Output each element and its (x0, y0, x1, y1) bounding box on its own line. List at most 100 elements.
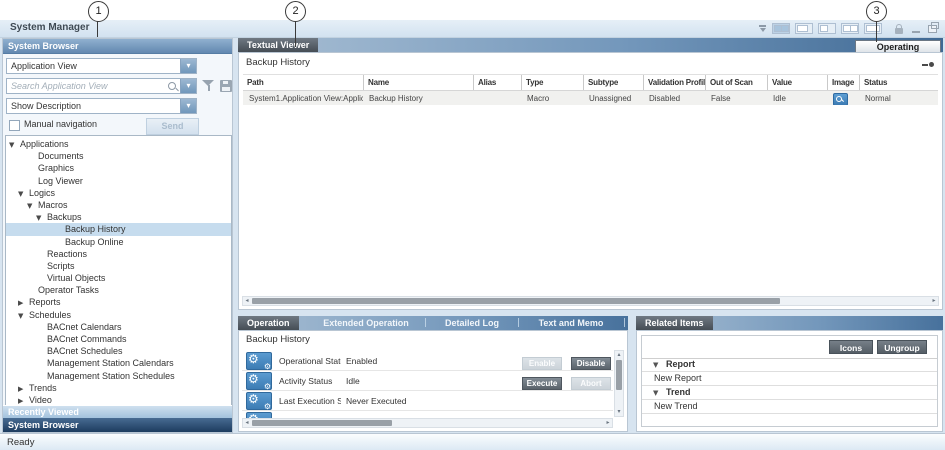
icons-button[interactable]: Icons (829, 340, 873, 354)
recently-viewed-bar[interactable]: Recently Viewed (3, 405, 232, 418)
operation-property-row: Activity Status Idle ExecuteAbort (242, 371, 613, 391)
tree-expander-icon[interactable]: ▼ (18, 310, 29, 322)
operation-horizontal-scrollbar[interactable]: ◂ ▸ (242, 418, 613, 428)
tree-item[interactable]: ▼Macros (6, 199, 231, 211)
pin-icon[interactable] (922, 62, 934, 67)
tree-item[interactable]: Management Station Calendars (6, 357, 231, 369)
tree-item[interactable]: BACnet Commands (6, 333, 231, 345)
column-header[interactable]: Alias (473, 75, 521, 90)
tree-item[interactable]: ▼Applications (6, 138, 231, 150)
tree-item[interactable]: ▼Logics (6, 187, 231, 199)
tab-related-items[interactable]: Related Items (636, 316, 713, 330)
view-layout-button-5[interactable] (864, 23, 882, 34)
column-header[interactable]: Image (827, 75, 859, 90)
view-layout-button-3[interactable] (818, 23, 836, 34)
system-browser-header[interactable]: System Browser (3, 39, 232, 54)
tree-item[interactable]: Scripts (6, 260, 231, 272)
abort-button[interactable]: Abort (571, 377, 611, 390)
column-header[interactable]: Subtype (583, 75, 643, 90)
table-cell-type: Macro (521, 91, 583, 105)
view-layout-button-4[interactable] (841, 23, 859, 34)
tree-item[interactable]: Log Viewer (6, 175, 231, 187)
disable-button[interactable]: Disable (571, 357, 611, 370)
table-header-row: PathNameAliasTypeSubtypeValidation Profi… (243, 74, 938, 91)
operation-vertical-scrollbar[interactable]: ▴ ▾ (614, 350, 624, 417)
tree-item[interactable]: Operator Tasks (6, 284, 231, 296)
execute-button[interactable]: Execute (522, 377, 562, 390)
send-button[interactable]: Send (146, 118, 199, 135)
column-header[interactable]: Validation Profile (643, 75, 705, 90)
column-header[interactable]: Type (521, 75, 583, 90)
tree-expander-icon[interactable]: ▼ (9, 139, 20, 151)
operation-property-row: Operational Status Enabled EnableDisable (242, 351, 613, 371)
table-row[interactable]: System1.Application View:Applicatio...Ba… (243, 91, 938, 105)
manual-navigation-checkbox[interactable] (9, 120, 20, 131)
tree-item-label: Log Viewer (38, 176, 83, 186)
tree-item[interactable]: Reactions (6, 248, 231, 260)
tree-item[interactable]: Management Station Schedules (6, 370, 231, 382)
view-layout-button-1[interactable] (772, 23, 790, 34)
viewer-horizontal-scrollbar[interactable]: ◂ ▸ (242, 296, 939, 306)
related-items-body: Icons Ungroup ▼ReportNew Report▼TrendNew… (636, 330, 943, 432)
chevron-down-icon[interactable]: ▼ (642, 387, 666, 400)
chevron-down-icon[interactable] (180, 79, 196, 93)
image-magnifier-button[interactable] (833, 93, 848, 106)
tree-item-label: Scripts (47, 261, 75, 271)
tab-detailed-log[interactable]: Detailed Log (426, 316, 518, 330)
lock-icon[interactable] (895, 28, 903, 34)
textual-viewer-panel: Backup History PathNameAliasTypeSubtypeV… (238, 52, 943, 310)
tree-item[interactable]: Graphics (6, 162, 231, 174)
filter-icon[interactable] (202, 79, 215, 92)
tree-item-label: BACnet Calendars (47, 322, 122, 332)
minimize-button[interactable] (912, 31, 920, 33)
related-item[interactable]: New Trend (642, 400, 937, 414)
tree-expander-icon[interactable]: ▼ (36, 212, 47, 224)
scrollbar-thumb[interactable] (616, 360, 622, 390)
column-header[interactable]: Status (859, 75, 923, 90)
column-header[interactable]: Value (767, 75, 827, 90)
tree-item-label: Video (29, 395, 52, 405)
tab-operation[interactable]: Operation (238, 316, 299, 330)
table-cell-path: System1.Application View:Applicatio... (243, 91, 363, 105)
system-browser-footer-bar[interactable]: System Browser (3, 418, 232, 432)
tab-textual-viewer[interactable]: Textual Viewer (238, 38, 318, 52)
chevron-down-icon[interactable]: ▼ (642, 359, 666, 372)
tree-item[interactable]: ▶Trends (6, 382, 231, 394)
tree-item[interactable]: ▼Schedules (6, 309, 231, 321)
collapse-toolbar-icon[interactable] (758, 24, 767, 33)
column-header[interactable]: Name (363, 75, 473, 90)
related-group-header[interactable]: ▼Report (642, 358, 937, 372)
tree-item-label: BACnet Commands (47, 334, 127, 344)
save-search-icon[interactable] (220, 80, 232, 92)
related-item[interactable]: New Report (642, 372, 937, 386)
column-header[interactable]: Out of Scan (705, 75, 767, 90)
property-buttons: Execute Abort (513, 373, 611, 391)
tree-item[interactable]: ▼Backups (6, 211, 231, 223)
chevron-down-icon[interactable] (180, 59, 196, 73)
tree-item[interactable]: Backup Online (6, 236, 231, 248)
scrollbar-thumb[interactable] (252, 420, 392, 426)
tree-item-label: Management Station Schedules (47, 371, 175, 381)
scrollbar-thumb[interactable] (252, 298, 780, 304)
tree-item[interactable]: Backup History (6, 223, 231, 235)
chevron-down-icon[interactable] (180, 99, 196, 113)
related-group-header[interactable]: ▼Trend (642, 386, 937, 400)
view-layout-button-2[interactable] (795, 23, 813, 34)
tab-text-and-memo[interactable]: Text and Memo (519, 316, 623, 330)
search-input[interactable]: Search Application View (6, 78, 197, 94)
tree-item[interactable]: Documents (6, 150, 231, 162)
view-selector-dropdown[interactable]: Application View (6, 58, 197, 74)
tree-item[interactable]: ▶Reports (6, 296, 231, 308)
tree-item[interactable]: BACnet Schedules (6, 345, 231, 357)
tree-item[interactable]: Virtual Objects (6, 272, 231, 284)
tree-expander-icon[interactable]: ▶ (18, 297, 29, 309)
tab-extended-operation[interactable]: Extended Operation (307, 316, 425, 330)
column-header[interactable]: Path (243, 75, 363, 90)
ungroup-button[interactable]: Ungroup (877, 340, 927, 354)
restore-button[interactable] (928, 25, 937, 33)
callout-1-line (97, 20, 98, 37)
description-selector-dropdown[interactable]: Show Description (6, 98, 197, 114)
enable-button[interactable]: Enable (522, 357, 562, 370)
tree-item-label: Virtual Objects (47, 273, 105, 283)
tree-item[interactable]: BACnet Calendars (6, 321, 231, 333)
